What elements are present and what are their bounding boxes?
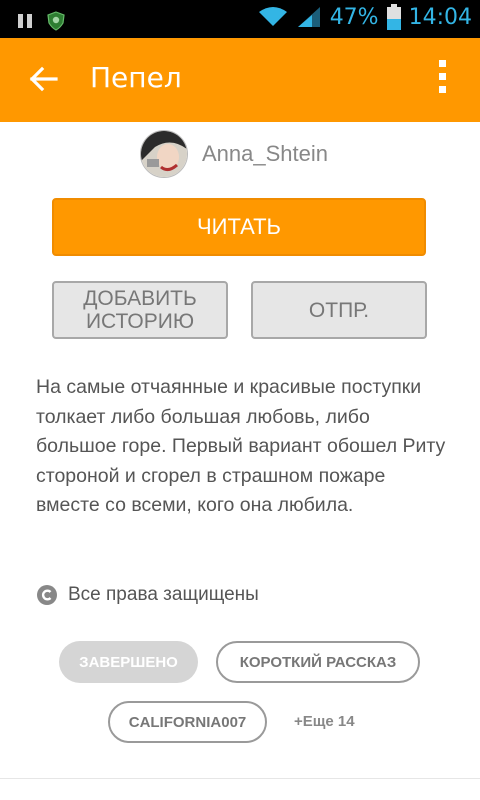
status-left (18, 11, 66, 31)
battery-percent: 47% (329, 4, 379, 30)
tag-california007[interactable]: CALIFORNIA007 (108, 701, 267, 743)
clock: 14:04 (408, 4, 472, 30)
story-description: На самые отчаянные и красивые поступки т… (36, 376, 446, 516)
divider (0, 778, 480, 779)
status-bar: 47% 14:04 (0, 0, 480, 38)
status-right: 47% 14:04 (258, 4, 472, 30)
author-name[interactable]: Anna_Shtein (202, 141, 328, 167)
avatar[interactable] (140, 130, 188, 178)
tag-short-story[interactable]: КОРОТКИЙ РАССКАЗ (216, 641, 420, 683)
more-options-icon[interactable] (436, 60, 448, 100)
pause-icon (18, 14, 32, 28)
send-button[interactable]: ОТПР. (251, 281, 427, 339)
page-title: Пепел (90, 61, 182, 94)
wifi-icon (258, 7, 287, 26)
signal-icon (297, 7, 320, 27)
read-button[interactable]: ЧИТАТЬ (52, 198, 426, 256)
battery-icon (386, 4, 401, 30)
copyright-icon (37, 585, 57, 605)
more-tags-link[interactable]: +Еще 14 (294, 713, 355, 730)
add-story-button[interactable]: ДОБАВИТЬ ИСТОРИЮ (52, 281, 228, 339)
author-row[interactable]: Anna_Shtein (140, 130, 328, 178)
back-arrow-icon[interactable] (28, 63, 60, 95)
app-bar: Пепел (0, 38, 480, 122)
status-badge: ЗАВЕРШЕНО (59, 641, 198, 683)
copyright-row: Все права защищены (36, 584, 259, 606)
shield-icon (47, 11, 65, 31)
copyright-text: Все права защищены (68, 584, 259, 605)
